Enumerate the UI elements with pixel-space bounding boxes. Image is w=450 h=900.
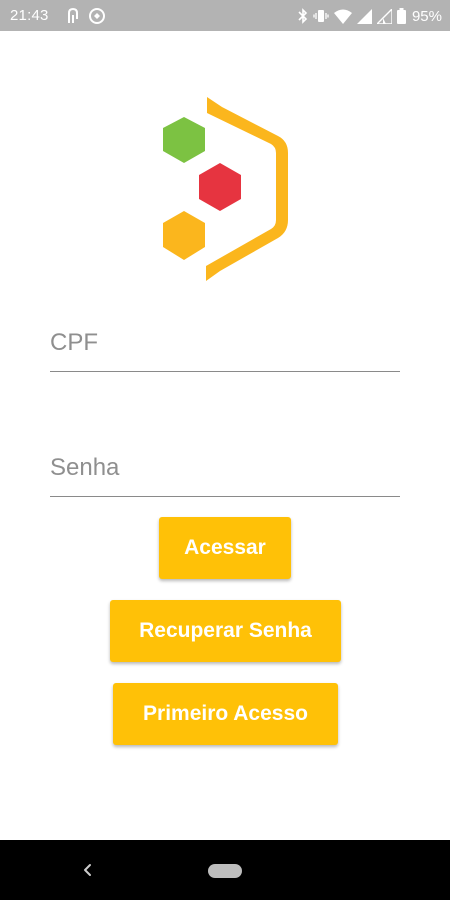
login-button[interactable]: Acessar xyxy=(159,517,291,579)
first-access-button[interactable]: Primeiro Acesso xyxy=(113,683,338,745)
logo-hex-red xyxy=(199,163,241,211)
status-bar: 21:43 95% xyxy=(0,0,450,31)
navigation-bar xyxy=(0,840,450,900)
nfc-icon xyxy=(66,7,80,25)
back-icon[interactable] xyxy=(78,860,98,880)
logo-hex-yellow xyxy=(163,211,205,260)
app-logo xyxy=(155,95,295,285)
status-right-icons: 95% xyxy=(298,6,442,26)
battery-icon xyxy=(396,8,406,24)
status-left-icons xyxy=(66,6,106,26)
logo-hex-green xyxy=(163,117,205,163)
cpf-field[interactable] xyxy=(50,312,400,372)
wifi-icon xyxy=(333,9,352,24)
password-field[interactable] xyxy=(50,437,400,497)
signal-icon xyxy=(356,8,372,24)
status-time: 21:43 xyxy=(10,7,49,24)
recover-password-button[interactable]: Recuperar Senha xyxy=(110,600,341,662)
signal-icon xyxy=(376,8,392,24)
login-screen: 21:43 95% CPF Acessar Recuperar Senha Pr… xyxy=(0,0,450,900)
battery-percent: 95% xyxy=(411,7,442,25)
password-input[interactable] xyxy=(50,454,400,482)
vibrate-icon xyxy=(313,8,329,24)
home-pill-icon[interactable] xyxy=(208,864,242,878)
bluetooth-icon xyxy=(298,8,308,24)
cpf-input[interactable] xyxy=(50,329,400,357)
sync-icon xyxy=(88,7,106,25)
